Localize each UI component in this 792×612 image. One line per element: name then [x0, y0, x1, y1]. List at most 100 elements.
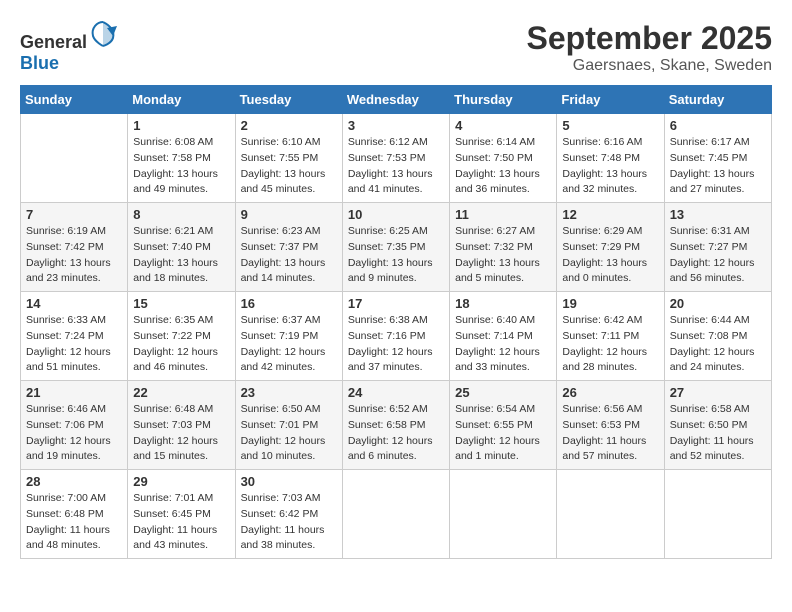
- day-number: 15: [133, 296, 229, 311]
- day-cell: [664, 470, 771, 559]
- header-day-saturday: Saturday: [664, 86, 771, 114]
- day-number: 14: [26, 296, 122, 311]
- calendar-table: SundayMondayTuesdayWednesdayThursdayFrid…: [20, 85, 772, 559]
- day-info: Sunrise: 6:42 AMSunset: 7:11 PMDaylight:…: [562, 313, 658, 376]
- day-cell: [21, 114, 128, 203]
- day-cell: 21Sunrise: 6:46 AMSunset: 7:06 PMDayligh…: [21, 381, 128, 470]
- day-number: 10: [348, 207, 444, 222]
- day-info: Sunrise: 6:25 AMSunset: 7:35 PMDaylight:…: [348, 224, 444, 287]
- day-number: 25: [455, 385, 551, 400]
- day-number: 1: [133, 118, 229, 133]
- day-info: Sunrise: 6:12 AMSunset: 7:53 PMDaylight:…: [348, 135, 444, 198]
- day-number: 5: [562, 118, 658, 133]
- day-cell: [342, 470, 449, 559]
- day-info: Sunrise: 6:58 AMSunset: 6:50 PMDaylight:…: [670, 402, 766, 465]
- day-cell: 11Sunrise: 6:27 AMSunset: 7:32 PMDayligh…: [450, 203, 557, 292]
- day-cell: 10 Sunrise: 6:25 AMSunset: 7:35 PMDayligh…: [342, 203, 449, 292]
- day-cell: 30Sunrise: 7:03 AMSunset: 6:42 PMDayligh…: [235, 470, 342, 559]
- day-cell: 20 Sunrise: 6:44 AMSunset: 7:08 PMDayligh…: [664, 292, 771, 381]
- day-number: 30: [241, 474, 337, 489]
- logo-icon: [89, 20, 117, 48]
- header-day-thursday: Thursday: [450, 86, 557, 114]
- day-cell: 16 Sunrise: 6:37 AMSunset: 7:19 PMDayligh…: [235, 292, 342, 381]
- day-number: 24: [348, 385, 444, 400]
- day-info: Sunrise: 6:21 AMSunset: 7:40 PMDaylight:…: [133, 224, 229, 287]
- day-cell: 15 Sunrise: 6:35 AMSunset: 7:22 PMDayligh…: [128, 292, 235, 381]
- day-info: Sunrise: 6:48 AMSunset: 7:03 PMDaylight:…: [133, 402, 229, 465]
- day-info: Sunrise: 6:50 AMSunset: 7:01 PMDaylight:…: [241, 402, 337, 465]
- day-cell: [557, 470, 664, 559]
- logo-general-text: General: [20, 32, 87, 52]
- day-info: Sunrise: 6:17 AMSunset: 7:45 PMDaylight:…: [670, 135, 766, 198]
- day-cell: 29Sunrise: 7:01 AMSunset: 6:45 PMDayligh…: [128, 470, 235, 559]
- day-number: 20: [670, 296, 766, 311]
- day-cell: 2 Sunrise: 6:10 AMSunset: 7:55 PMDaylight…: [235, 114, 342, 203]
- day-cell: 9Sunrise: 6:23 AMSunset: 7:37 PMDaylight…: [235, 203, 342, 292]
- day-cell: 7 Sunrise: 6:19 AMSunset: 7:42 PMDaylight…: [21, 203, 128, 292]
- day-info: Sunrise: 6:23 AMSunset: 7:37 PMDaylight:…: [241, 224, 337, 287]
- week-row-1: 1 Sunrise: 6:08 AMSunset: 7:58 PMDaylight…: [21, 114, 772, 203]
- day-number: 23: [241, 385, 337, 400]
- header-day-sunday: Sunday: [21, 86, 128, 114]
- day-cell: 27 Sunrise: 6:58 AMSunset: 6:50 PMDayligh…: [664, 381, 771, 470]
- day-number: 2: [241, 118, 337, 133]
- day-info: Sunrise: 6:29 AMSunset: 7:29 PMDaylight:…: [562, 224, 658, 287]
- day-info: Sunrise: 6:37 AMSunset: 7:19 PMDaylight:…: [241, 313, 337, 376]
- week-row-4: 21Sunrise: 6:46 AMSunset: 7:06 PMDayligh…: [21, 381, 772, 470]
- day-info: Sunrise: 6:33 AMSunset: 7:24 PMDaylight:…: [26, 313, 122, 376]
- day-cell: [450, 470, 557, 559]
- day-cell: 26 Sunrise: 6:56 AMSunset: 6:53 PMDayligh…: [557, 381, 664, 470]
- day-number: 21: [26, 385, 122, 400]
- header-day-monday: Monday: [128, 86, 235, 114]
- day-info: Sunrise: 6:35 AMSunset: 7:22 PMDaylight:…: [133, 313, 229, 376]
- day-info: Sunrise: 7:01 AMSunset: 6:45 PMDaylight:…: [133, 491, 229, 554]
- week-row-5: 28Sunrise: 7:00 AMSunset: 6:48 PMDayligh…: [21, 470, 772, 559]
- day-number: 4: [455, 118, 551, 133]
- day-number: 16: [241, 296, 337, 311]
- day-cell: 25 Sunrise: 6:54 AMSunset: 6:55 PMDayligh…: [450, 381, 557, 470]
- header-day-wednesday: Wednesday: [342, 86, 449, 114]
- page-header: General Blue September 2025 Gaersnaes, S…: [20, 20, 772, 75]
- day-info: Sunrise: 6:44 AMSunset: 7:08 PMDaylight:…: [670, 313, 766, 376]
- day-info: Sunrise: 6:14 AMSunset: 7:50 PMDaylight:…: [455, 135, 551, 198]
- day-number: 19: [562, 296, 658, 311]
- logo: General Blue: [20, 20, 117, 74]
- day-cell: 18 Sunrise: 6:40 AMSunset: 7:14 PMDayligh…: [450, 292, 557, 381]
- week-row-3: 14 Sunrise: 6:33 AMSunset: 7:24 PMDayligh…: [21, 292, 772, 381]
- week-row-2: 7 Sunrise: 6:19 AMSunset: 7:42 PMDaylight…: [21, 203, 772, 292]
- day-info: Sunrise: 6:38 AMSunset: 7:16 PMDaylight:…: [348, 313, 444, 376]
- day-number: 22: [133, 385, 229, 400]
- day-number: 7: [26, 207, 122, 222]
- day-info: Sunrise: 6:31 AMSunset: 7:27 PMDaylight:…: [670, 224, 766, 287]
- day-info: Sunrise: 6:52 AMSunset: 6:58 PMDaylight:…: [348, 402, 444, 465]
- month-title: September 2025: [527, 20, 772, 57]
- day-cell: 1 Sunrise: 6:08 AMSunset: 7:58 PMDaylight…: [128, 114, 235, 203]
- day-info: Sunrise: 6:56 AMSunset: 6:53 PMDaylight:…: [562, 402, 658, 465]
- day-info: Sunrise: 6:40 AMSunset: 7:14 PMDaylight:…: [455, 313, 551, 376]
- day-info: Sunrise: 6:16 AMSunset: 7:48 PMDaylight:…: [562, 135, 658, 198]
- day-number: 12: [562, 207, 658, 222]
- day-number: 28: [26, 474, 122, 489]
- day-info: Sunrise: 6:27 AMSunset: 7:32 PMDaylight:…: [455, 224, 551, 287]
- logo-blue-text: Blue: [20, 53, 59, 73]
- header-day-friday: Friday: [557, 86, 664, 114]
- day-cell: 14 Sunrise: 6:33 AMSunset: 7:24 PMDayligh…: [21, 292, 128, 381]
- day-cell: 6 Sunrise: 6:17 AMSunset: 7:45 PMDaylight…: [664, 114, 771, 203]
- header-row: SundayMondayTuesdayWednesdayThursdayFrid…: [21, 86, 772, 114]
- title-block: September 2025 Gaersnaes, Skane, Sweden: [527, 20, 772, 75]
- day-cell: 28Sunrise: 7:00 AMSunset: 6:48 PMDayligh…: [21, 470, 128, 559]
- day-cell: 13Sunrise: 6:31 AMSunset: 7:27 PMDayligh…: [664, 203, 771, 292]
- location-title: Gaersnaes, Skane, Sweden: [527, 57, 772, 75]
- day-info: Sunrise: 6:54 AMSunset: 6:55 PMDaylight:…: [455, 402, 551, 465]
- day-cell: 12 Sunrise: 6:29 AMSunset: 7:29 PMDayligh…: [557, 203, 664, 292]
- day-info: Sunrise: 6:19 AMSunset: 7:42 PMDaylight:…: [26, 224, 122, 287]
- day-info: Sunrise: 6:08 AMSunset: 7:58 PMDaylight:…: [133, 135, 229, 198]
- day-number: 18: [455, 296, 551, 311]
- day-cell: 3Sunrise: 6:12 AMSunset: 7:53 PMDaylight…: [342, 114, 449, 203]
- day-info: Sunrise: 6:10 AMSunset: 7:55 PMDaylight:…: [241, 135, 337, 198]
- day-number: 6: [670, 118, 766, 133]
- day-number: 26: [562, 385, 658, 400]
- header-day-tuesday: Tuesday: [235, 86, 342, 114]
- day-number: 27: [670, 385, 766, 400]
- day-cell: 24 Sunrise: 6:52 AMSunset: 6:58 PMDayligh…: [342, 381, 449, 470]
